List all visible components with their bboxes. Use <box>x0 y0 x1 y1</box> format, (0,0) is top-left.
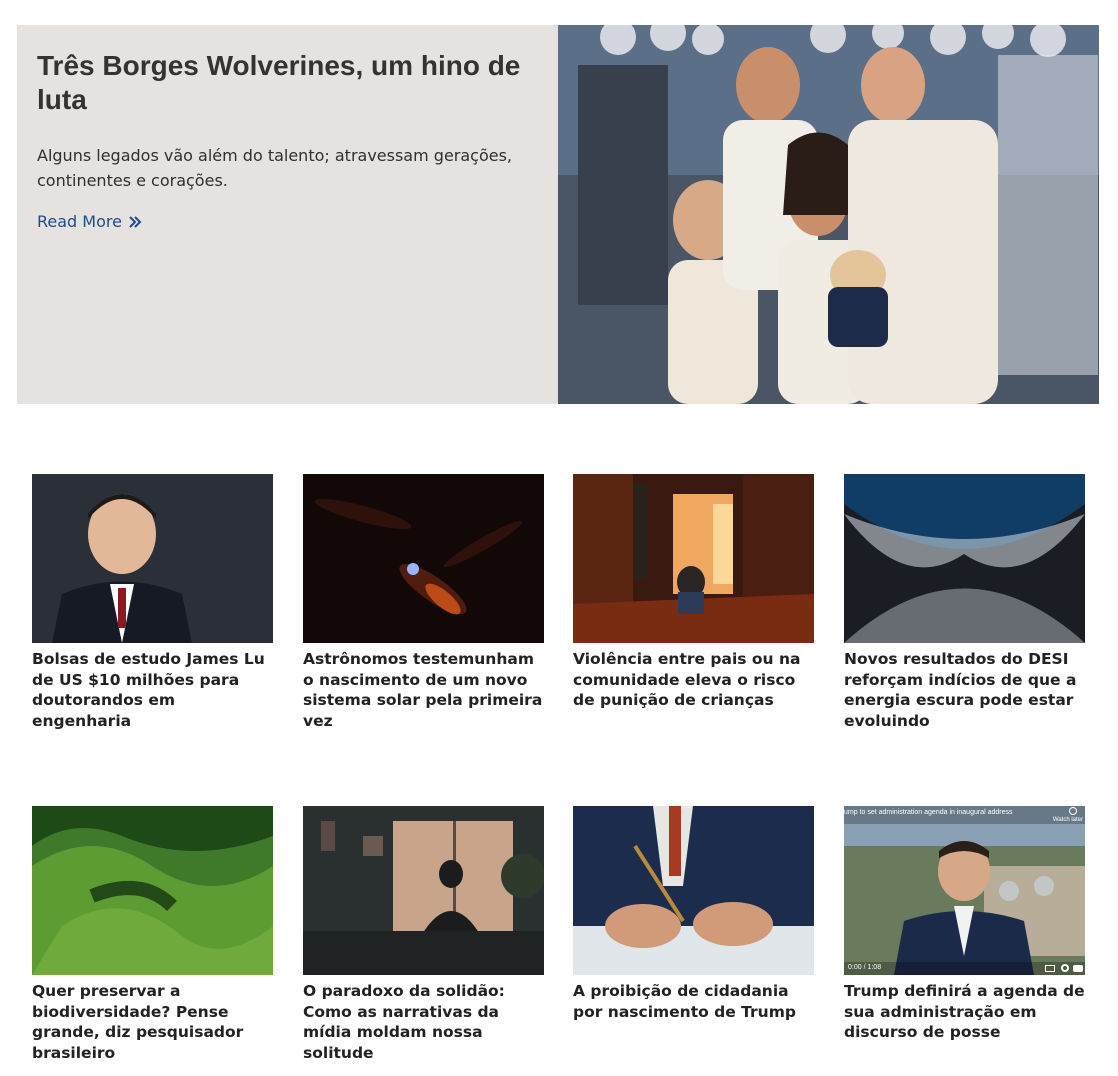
article-image[interactable] <box>573 474 814 643</box>
illustration-icon <box>573 474 814 643</box>
video-thumbnail-icon <box>844 806 1085 975</box>
article-image[interactable] <box>844 474 1085 643</box>
article-image[interactable] <box>303 474 544 643</box>
landscape-photo-icon <box>32 806 273 975</box>
youtube-icon[interactable] <box>1073 965 1083 972</box>
article-card[interactable]: A proibição de cidadania por nascimento … <box>573 806 814 1022</box>
featured-story-summary: Alguns legados vão além do talento; atra… <box>37 146 513 190</box>
article-card[interactable]: O paradoxo da solidão: Como as narrativa… <box>303 806 544 1063</box>
article-card[interactable]: ump to set administration agenda in inau… <box>844 806 1085 1043</box>
portrait-photo-icon <box>32 474 273 643</box>
article-title[interactable]: Novos resultados do DESI reforçam indíci… <box>844 649 1085 731</box>
article-image[interactable] <box>303 806 544 975</box>
featured-story-text: Três Borges Wolverines, um hino de luta … <box>17 25 558 404</box>
featured-story-title[interactable]: Três Borges Wolverines, um hino de luta <box>37 49 538 117</box>
article-image[interactable] <box>573 806 814 975</box>
cosmic-web-photo-icon <box>844 474 1085 643</box>
article-image[interactable] <box>32 806 273 975</box>
article-title[interactable]: Astrônomos testemunham o nascimento de u… <box>303 649 544 731</box>
article-title[interactable]: O paradoxo da solidão: Como as narrativa… <box>303 981 544 1063</box>
article-title[interactable]: Violência entre pais ou na comunidade el… <box>573 649 814 711</box>
featured-story-image[interactable] <box>558 25 1099 404</box>
video-headline: ump to set administration agenda in inau… <box>844 809 1013 816</box>
video-controls: 0:00 / 1:08 <box>844 962 1085 975</box>
article-card[interactable]: Violência entre pais ou na comunidade el… <box>573 474 814 711</box>
double-chevron-right-icon <box>129 215 142 228</box>
article-title[interactable]: Trump definirá a agenda de sua administr… <box>844 981 1085 1043</box>
family-photo-icon <box>558 25 1099 404</box>
article-card[interactable]: Bolsas de estudo James Lu de US $10 milh… <box>32 474 273 731</box>
video-time: 0:00 / 1:08 <box>848 964 882 971</box>
video-thumbnail[interactable]: ump to set administration agenda in inau… <box>844 806 1085 975</box>
illustration-icon <box>303 806 544 975</box>
captions-icon[interactable] <box>1045 965 1055 972</box>
article-card[interactable]: Quer preservar a biodiversidade? Pense g… <box>32 806 273 1063</box>
signing-photo-icon <box>573 806 814 975</box>
watch-later-label: Watch later <box>1052 817 1083 823</box>
article-title[interactable]: Bolsas de estudo James Lu de US $10 milh… <box>32 649 273 731</box>
article-card[interactable]: Astrônomos testemunham o nascimento de u… <box>303 474 544 731</box>
read-more-link[interactable]: Read More <box>37 212 142 231</box>
article-title[interactable]: Quer preservar a biodiversidade? Pense g… <box>32 981 273 1063</box>
featured-story: Três Borges Wolverines, um hino de luta … <box>17 25 1099 404</box>
clock-icon[interactable] <box>1069 807 1077 815</box>
settings-icon[interactable] <box>1061 964 1069 972</box>
article-image[interactable] <box>32 474 273 643</box>
read-more-label: Read More <box>37 212 122 231</box>
article-title[interactable]: A proibição de cidadania por nascimento … <box>573 981 814 1022</box>
article-card[interactable]: Novos resultados do DESI reforçam indíci… <box>844 474 1085 731</box>
space-photo-icon <box>303 474 544 643</box>
